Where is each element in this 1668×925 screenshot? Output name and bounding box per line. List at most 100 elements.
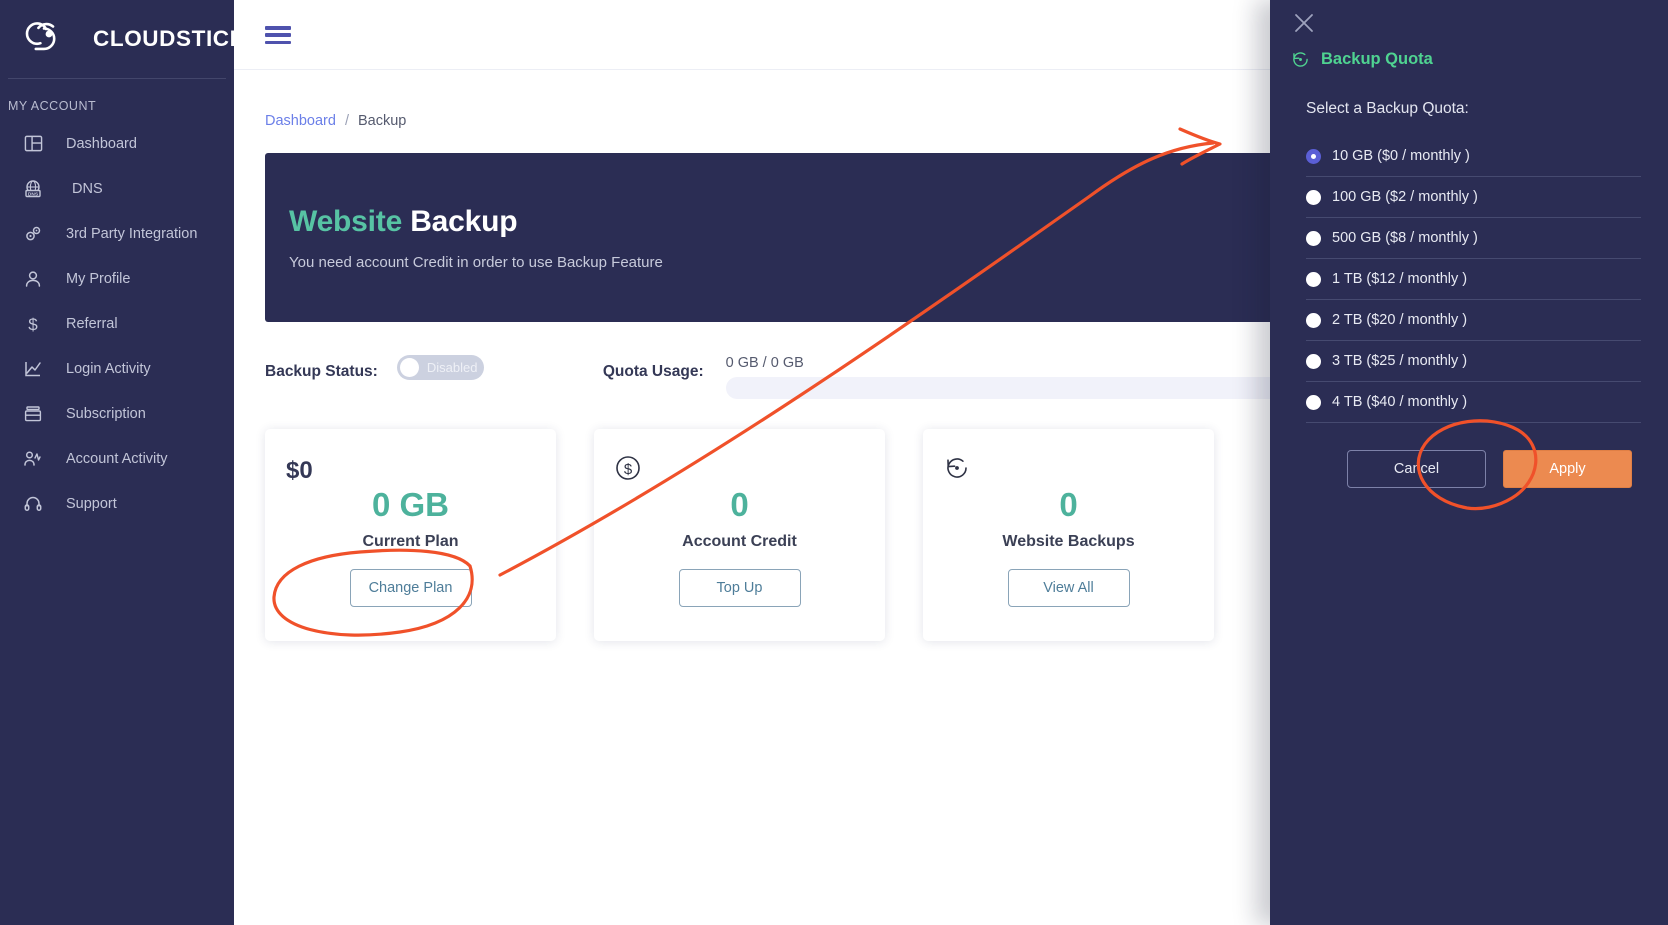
quota-option[interactable]: 10 GB ($0 / monthly )	[1306, 136, 1641, 177]
toggle-state-label: Disabled	[426, 360, 478, 375]
quota-usage-label: Quota Usage:	[602, 363, 704, 380]
panel-prompt: Select a Backup Quota:	[1306, 100, 1469, 117]
page-title: Website Backup	[289, 205, 1425, 239]
hero-banner: Website Backup You need account Credit i…	[265, 153, 1425, 322]
hamburger-bar	[265, 40, 291, 44]
radio-button[interactable]	[1306, 312, 1321, 328]
card-caption: Current Plan	[362, 533, 459, 551]
user-icon	[22, 268, 44, 290]
page-title-accent: Website	[289, 205, 403, 238]
hamburger-icon[interactable]	[265, 26, 291, 44]
radio-button[interactable]	[1306, 189, 1321, 205]
radio-button[interactable]	[1306, 230, 1321, 246]
card-website-backups: 0 Website Backups View All	[923, 429, 1214, 641]
brand-logo-area[interactable]: CLOUDSTICK	[0, 0, 246, 78]
sidebar-item-subscription[interactable]: Subscription	[0, 391, 234, 436]
restore-icon	[1291, 50, 1310, 69]
headset-icon	[22, 493, 44, 515]
sidebar-section-label: MY ACCOUNT	[8, 99, 97, 113]
quota-option[interactable]: 2 TB ($20 / monthly )	[1306, 300, 1641, 341]
quota-option-label: 500 GB ($8 / monthly )	[1332, 230, 1478, 246]
page-title-rest: Backup	[410, 205, 518, 238]
dns-globe-icon: DNS	[22, 178, 44, 200]
quota-option-label: 10 GB ($0 / monthly )	[1332, 148, 1470, 164]
backup-status-toggle[interactable]: Disabled	[396, 355, 484, 380]
card-caption: Account Credit	[682, 533, 797, 551]
card-account-credit: $ 0 Account Credit Top Up	[594, 429, 885, 641]
svg-text:$: $	[28, 315, 38, 334]
sidebar-item-label: DNS	[72, 180, 103, 197]
quota-option-label: 4 TB ($40 / monthly )	[1332, 394, 1468, 410]
brand-name: CLOUDSTICK	[93, 26, 247, 51]
sidebar: CLOUDSTICK MY ACCOUNT Dashboard DNS DNS	[0, 0, 246, 925]
hamburger-bar	[265, 26, 291, 30]
backup-status-label: Backup Status:	[265, 363, 378, 380]
backup-quota-panel: Backup Quota Select a Backup Quota: 10 G…	[1270, 0, 1668, 925]
panel-actions: Cancel Apply	[1306, 450, 1641, 488]
sidebar-item-label: Dashboard	[66, 135, 137, 152]
sidebar-item-label: Subscription	[66, 405, 146, 422]
svg-text:DNS: DNS	[28, 191, 39, 197]
drawer-icon	[22, 403, 44, 425]
breadcrumb-dashboard-link[interactable]: Dashboard	[265, 113, 336, 129]
view-all-button[interactable]: View All	[1007, 569, 1130, 608]
svg-text:$: $	[624, 461, 633, 478]
card-caption: Website Backups	[1002, 533, 1135, 551]
quota-progress-bar	[725, 377, 1286, 399]
dashboard-icon	[22, 133, 44, 155]
breadcrumb-separator: /	[344, 113, 349, 129]
quota-option-label: 2 TB ($20 / monthly )	[1332, 312, 1468, 328]
quota-option[interactable]: 100 GB ($2 / monthly )	[1306, 177, 1641, 218]
toggle-knob	[399, 358, 419, 377]
card-price-label: $0	[286, 457, 313, 484]
sidebar-item-account-activity[interactable]: Account Activity	[0, 436, 234, 481]
sidebar-item-login-activity[interactable]: Login Activity	[0, 346, 234, 391]
card-current-plan: $0 0 GB Current Plan Change Plan	[265, 429, 556, 641]
sidebar-item-label: Login Activity	[66, 360, 151, 377]
dollar-icon: $	[22, 313, 44, 335]
sidebar-item-my-profile[interactable]: My Profile	[0, 256, 234, 301]
quota-option[interactable]: 1 TB ($12 / monthly )	[1306, 259, 1641, 300]
breadcrumb-current: Backup	[357, 113, 407, 129]
quota-option[interactable]: 4 TB ($40 / monthly )	[1306, 382, 1641, 423]
quota-bar-column: 0 GB / 0 GB	[725, 355, 1286, 399]
quota-usage-group: Quota Usage: 0 GB / 0 GB	[603, 355, 1286, 399]
change-plan-button[interactable]: Change Plan	[349, 569, 472, 608]
dollar-circle-icon: $	[615, 455, 641, 481]
restore-icon	[944, 455, 970, 481]
cloudstick-logo-icon	[22, 21, 84, 57]
panel-body: Select a Backup Quota: 10 GB ($0 / month…	[1270, 100, 1668, 488]
quota-option-label: 100 GB ($2 / monthly )	[1332, 189, 1478, 205]
card-value: 0 GB	[371, 486, 450, 523]
sidebar-item-label: My Profile	[66, 270, 131, 287]
sidebar-item-label: 3rd Party Integration	[66, 225, 198, 242]
sidebar-item-referral[interactable]: $ Referral	[0, 301, 234, 346]
card-value: 0	[730, 486, 749, 523]
panel-title: Backup Quota	[1321, 50, 1433, 68]
radio-button[interactable]	[1306, 271, 1321, 287]
cancel-button[interactable]: Cancel	[1347, 450, 1486, 488]
quota-option[interactable]: 500 GB ($8 / monthly )	[1306, 218, 1641, 259]
user-activity-icon	[22, 448, 44, 470]
close-icon[interactable]	[1291, 10, 1317, 36]
quota-usage-value: 0 GB / 0 GB	[725, 355, 804, 371]
quota-option-label: 3 TB ($25 / monthly )	[1332, 353, 1468, 369]
apply-button[interactable]: Apply	[1503, 450, 1632, 488]
hero-subtitle: You need account Credit in order to use …	[289, 254, 663, 271]
quota-option[interactable]: 3 TB ($25 / monthly )	[1306, 341, 1641, 382]
sidebar-item-dashboard[interactable]: Dashboard	[0, 121, 234, 166]
sidebar-item-label: Account Activity	[66, 450, 168, 467]
quota-options-list: 10 GB ($0 / monthly ) 100 GB ($2 / month…	[1306, 136, 1641, 423]
radio-button[interactable]	[1306, 353, 1321, 369]
card-value: 0	[1059, 486, 1078, 523]
quota-option-label: 1 TB ($12 / monthly )	[1332, 271, 1468, 287]
top-up-button[interactable]: Top Up	[678, 569, 801, 608]
gears-icon	[22, 223, 44, 245]
sidebar-item-3rd-party-integration[interactable]: 3rd Party Integration	[0, 211, 234, 256]
radio-button[interactable]	[1306, 394, 1321, 410]
sidebar-item-support[interactable]: Support	[0, 481, 234, 526]
radio-button[interactable]	[1306, 148, 1321, 164]
sidebar-item-label: Referral	[66, 315, 118, 332]
sidebar-item-dns[interactable]: DNS DNS	[0, 166, 234, 211]
panel-header: Backup Quota	[1270, 0, 1668, 69]
